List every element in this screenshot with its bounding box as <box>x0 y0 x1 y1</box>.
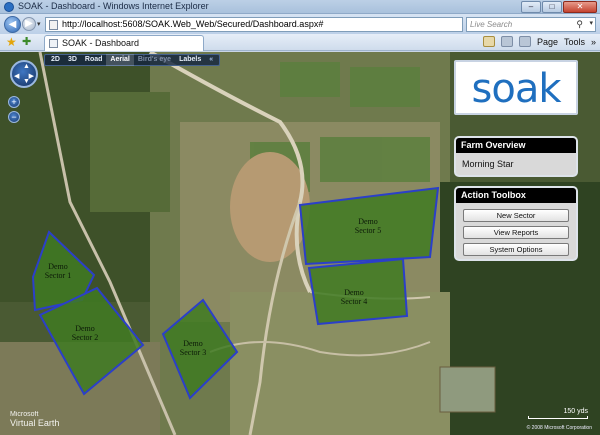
action-toolbox-panel: Action Toolbox New Sector View Reports S… <box>454 186 578 261</box>
view-aerial-button[interactable]: Aerial <box>106 54 134 66</box>
sector-5-label[interactable]: Demo Sector 5 <box>338 217 398 235</box>
sector-1-label[interactable]: Demo Sector 1 <box>28 262 88 280</box>
farm-overview-panel: Farm Overview Morning Star <box>454 136 578 177</box>
farm-overview-header: Farm Overview <box>456 138 576 153</box>
search-field[interactable]: Live Search ⚲ ▾ <box>466 17 596 32</box>
feeds-icon[interactable] <box>500 36 513 47</box>
zoom-out-button[interactable]: − <box>8 111 20 123</box>
command-buttons: Page Tools » <box>482 36 596 47</box>
favorites-star-icon[interactable]: ★ <box>6 36 17 48</box>
view-birds-eye-button[interactable]: Bird's eye <box>134 54 175 66</box>
action-toolbox-header: Action Toolbox <box>456 188 576 203</box>
pan-compass[interactable]: ▲ ▼ ◀ ▶ <box>10 60 38 88</box>
address-toolbar: ◀ ▶ ▾ http://localhost:5608/SOAK.Web_Web… <box>0 14 600 34</box>
browser-tab[interactable]: SOAK - Dashboard <box>44 35 204 51</box>
view-2d-button[interactable]: 2D <box>47 54 64 66</box>
window-controls: – □ ✕ <box>521 1 597 13</box>
window-title-bar: SOAK - Dashboard - Windows Internet Expl… <box>0 0 600 14</box>
view-labels-button[interactable]: Labels <box>175 54 205 66</box>
url-text[interactable]: http://localhost:5608/SOAK.Web_Web/Secur… <box>62 19 323 29</box>
tab-page-icon <box>49 39 58 48</box>
more-commands-chevron[interactable]: » <box>591 37 596 47</box>
recent-pages-dropdown[interactable]: ▾ <box>37 20 41 28</box>
collapse-viewbar-icon[interactable]: « <box>205 54 217 66</box>
soak-logo: soak <box>454 60 578 115</box>
system-options-button[interactable]: System Options <box>463 243 569 256</box>
page-icon <box>49 20 58 30</box>
sector-2-label[interactable]: Demo Sector 2 <box>55 324 115 342</box>
forward-button[interactable]: ▶ <box>22 17 36 31</box>
search-options-dropdown[interactable]: ▾ <box>589 19 593 27</box>
view-road-button[interactable]: Road <box>81 54 107 66</box>
virtual-earth-brand: Microsoft Virtual Earth <box>10 411 60 428</box>
tools-menu[interactable]: Tools <box>564 37 585 47</box>
search-icon[interactable]: ⚲ <box>576 19 583 30</box>
scale-bar <box>528 416 588 419</box>
view-reports-button[interactable]: View Reports <box>463 226 569 239</box>
back-button[interactable]: ◀ <box>4 16 21 33</box>
minimize-button[interactable]: – <box>521 1 541 13</box>
close-button[interactable]: ✕ <box>563 1 597 13</box>
view-3d-button[interactable]: 3D <box>64 54 81 66</box>
maximize-button[interactable]: □ <box>542 1 562 13</box>
map-scale: 150 yds <box>528 408 588 419</box>
sector-3-label[interactable]: Demo Sector 3 <box>163 339 223 357</box>
compass-arrows-icon: ▲ ▼ ◀ ▶ <box>14 63 34 85</box>
map-view-bar: 2D 3D Road Aerial Bird's eye Labels « <box>44 54 221 66</box>
aerial-map[interactable]: Demo Sector 1 Demo Sector 2 Demo Sector … <box>0 52 600 435</box>
ie-icon <box>4 2 14 12</box>
sector-4-label[interactable]: Demo Sector 4 <box>324 288 384 306</box>
farm-name: Morning Star <box>462 159 514 169</box>
address-field[interactable]: http://localhost:5608/SOAK.Web_Web/Secur… <box>45 17 463 32</box>
tab-label: SOAK - Dashboard <box>62 38 140 48</box>
print-icon[interactable] <box>518 36 531 47</box>
window-title: SOAK - Dashboard - Windows Internet Expl… <box>18 1 209 11</box>
new-sector-button[interactable]: New Sector <box>463 209 569 222</box>
command-bar: ★ ✚ SOAK - Dashboard Page Tools » <box>0 34 600 51</box>
page-menu[interactable]: Page <box>537 37 558 47</box>
zoom-in-button[interactable]: + <box>8 96 20 108</box>
add-favorite-icon[interactable]: ✚ <box>22 36 31 48</box>
logo-text: soak <box>471 66 562 112</box>
map-copyright: © 2008 Microsoft Corporation <box>526 425 592 431</box>
home-icon[interactable] <box>482 36 495 47</box>
search-placeholder: Live Search <box>470 20 513 29</box>
